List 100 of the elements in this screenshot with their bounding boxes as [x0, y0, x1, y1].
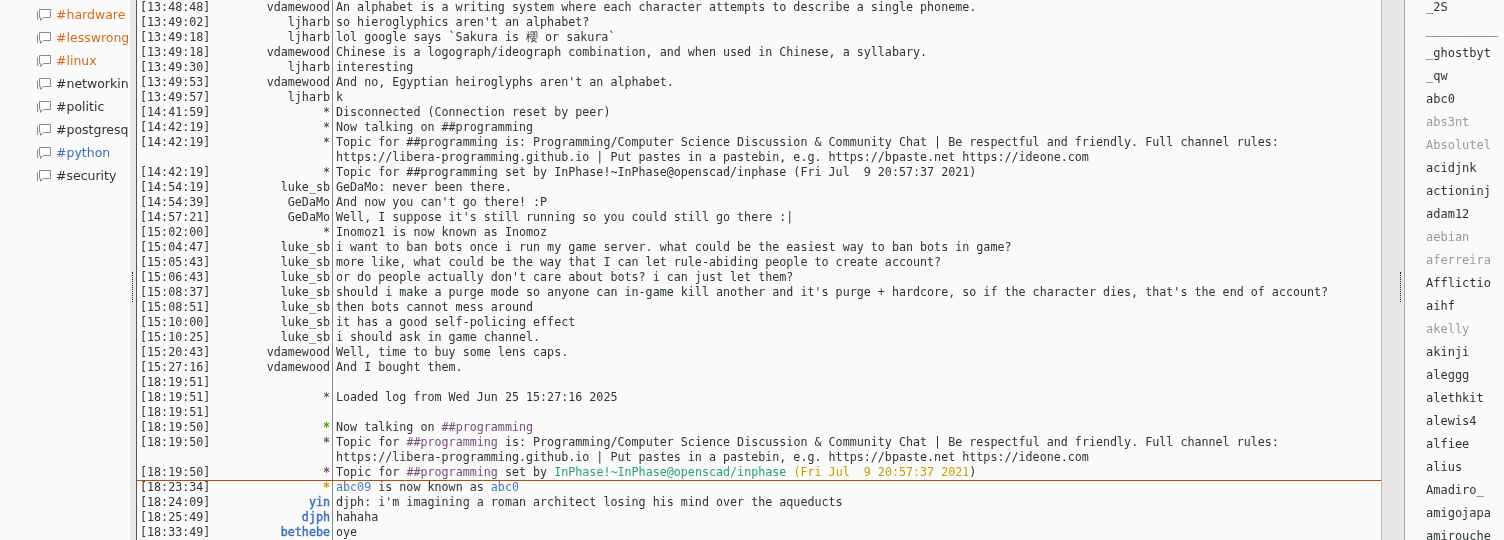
user-item[interactable]: _qw	[1426, 69, 1504, 92]
message-text: Well, I suppose it's still running so you could still go there :|	[335, 210, 795, 225]
timestamp: [14:42:19]	[139, 165, 212, 180]
nickname: *	[322, 390, 330, 404]
nickname: ljharb	[287, 90, 330, 104]
message-text: then bots cannot mess around	[335, 300, 535, 315]
message-text: And I bought them.	[335, 360, 464, 375]
timestamp: [15:10:00]	[139, 315, 212, 330]
message-text: more like, what could be the way that I can let rule-abiding people to create account?	[335, 255, 943, 270]
message-text: Topic for ##programming is: Programming/Computer Science Discussion & Community Chat | Be respectful and friendly. Full channel rules: https://libera-programming.github.io | Put pastes in a pastebin, e.g. https://bpaste.net https://ideone.com	[335, 135, 1280, 165]
timestamp: [13:49:30]	[139, 60, 212, 75]
user-item[interactable]: _2S	[1426, 0, 1504, 23]
timestamp: [18:19:50]	[139, 465, 212, 480]
chat-bubble-icon	[36, 30, 52, 45]
message-text: i want to ban bots once i run my game server. what could be the easiest way to ban bots in game?	[335, 240, 1013, 255]
chat-bubble-icon	[36, 99, 52, 114]
message-text: Now talking on ##programming	[335, 120, 535, 135]
nickname: luke_sb	[280, 255, 330, 269]
user-item[interactable]: alius	[1426, 460, 1504, 483]
user-item[interactable]: actioninj	[1426, 184, 1504, 207]
message-text: should i make a purge mode so anyone can in-game kill another and it's purge + hardcore, so if the character dies, that's the end of account?	[335, 285, 1330, 300]
nickname: vdamewood	[266, 360, 330, 374]
timestamp: [14:54:39]	[139, 195, 212, 210]
user-item[interactable]: _ghostbyt	[1426, 46, 1504, 69]
nickname: luke_sb	[280, 330, 330, 344]
timestamp: [14:42:19]	[139, 120, 212, 135]
nickname: GeDaMo	[287, 195, 330, 209]
nickname: vdamewood	[266, 345, 330, 359]
timestamp: [15:27:16]	[139, 360, 212, 375]
user-item[interactable]: __________	[1426, 23, 1504, 46]
message-text: Now talking on ##programming	[335, 420, 535, 435]
message-text: hahaha	[335, 510, 380, 525]
timestamp: [13:49:53]	[139, 75, 212, 90]
timestamp: [14:42:19]	[139, 135, 212, 151]
nickname: *	[322, 435, 330, 449]
channel-item[interactable]: #python	[0, 141, 130, 164]
timestamp: [18:19:51]	[139, 405, 212, 420]
user-item[interactable]: abc0	[1426, 92, 1504, 115]
timestamp: [14:57:21]	[139, 210, 212, 225]
timestamp: [13:49:57]	[139, 90, 212, 105]
user-item[interactable]: adam12	[1426, 207, 1504, 230]
chat-bubble-icon	[36, 76, 52, 91]
message-text: abc09 is now known as abc0	[335, 480, 520, 495]
timestamp: [15:10:25]	[139, 330, 212, 345]
timestamp: [15:08:51]	[139, 300, 212, 315]
channel-item[interactable]: #politic	[0, 95, 130, 118]
nickname: ljharb	[287, 60, 330, 74]
timestamp: [18:19:51]	[139, 390, 212, 405]
nickname: yin	[308, 495, 330, 509]
timestamp: [15:08:37]	[139, 285, 212, 300]
user-item[interactable]: amirouche	[1426, 529, 1504, 540]
user-item[interactable]: amigojapa	[1426, 506, 1504, 529]
user-item[interactable]: Amadiro_	[1426, 483, 1504, 506]
nickname: luke_sb	[280, 270, 330, 284]
user-item[interactable]: alewis4	[1426, 414, 1504, 437]
chat-bubble-icon	[36, 53, 52, 68]
channel-item[interactable]: #security	[0, 164, 130, 187]
nickname: *	[322, 135, 330, 149]
timestamp: [18:19:50]	[139, 435, 212, 451]
message-text: Inomoz1 is now known as Inomoz	[335, 225, 549, 240]
user-item[interactable]: alfiee	[1426, 437, 1504, 460]
nickname: vdamewood	[266, 75, 330, 89]
message-text: oye	[335, 525, 359, 540]
user-item[interactable]: alethkit	[1426, 391, 1504, 414]
user-item[interactable]: aihf	[1426, 299, 1504, 322]
message-text: Well, time to buy some lens caps.	[335, 345, 570, 360]
message-text: Chinese is a logograph/ideograph combination, and when used in Chinese, a syllabary.	[335, 45, 929, 60]
nickname: *	[322, 420, 330, 434]
user-item[interactable]: acidjnk	[1426, 161, 1504, 184]
message-text: interesting	[335, 60, 415, 75]
message-text: it has a good self-policing effect	[335, 315, 577, 330]
nickname: ljharb	[287, 30, 330, 44]
timestamp: [18:23:34]	[139, 480, 212, 495]
timestamp: [13:48:48]	[139, 0, 212, 15]
timestamp: [18:25:49]	[139, 510, 212, 525]
chat-bubble-icon	[36, 7, 52, 22]
nickname: *	[322, 465, 330, 479]
nickname: *	[322, 165, 330, 179]
channel-item[interactable]: #networkin	[0, 72, 130, 95]
message-text: Loaded log from Wed Jun 25 15:27:16 2025	[335, 390, 619, 405]
timestamp: [13:49:02]	[139, 15, 212, 30]
chat-bubble-icon	[36, 168, 52, 183]
timestamp: [15:04:47]	[139, 240, 212, 255]
message-text: Topic for ##programming set by InPhase!~InPhase@openscad/inphase (Fri Jul 9 20:57:37 2021)	[335, 165, 978, 180]
nickname: *	[322, 120, 330, 134]
nickname: djph	[301, 510, 330, 524]
message-text: An alphabet is a writing system where each character attempts to describe a single phoneme.	[335, 0, 978, 15]
timestamp: [13:49:18]	[139, 30, 212, 45]
timestamp: [18:33:49]	[139, 525, 212, 540]
message-text: k	[335, 90, 345, 105]
user-item[interactable]: akinji	[1426, 345, 1504, 368]
channel-item[interactable]: #postgresq	[0, 118, 130, 141]
user-item[interactable]: Afflictio	[1426, 276, 1504, 299]
message-text: And no, Egyptian heiroglyphs aren't an alphabet.	[335, 75, 675, 90]
timestamp: [13:49:18]	[139, 45, 212, 60]
timestamp: [15:20:43]	[139, 345, 212, 360]
nickname: *	[322, 105, 330, 119]
message-text: GeDaMo: never been there.	[335, 180, 513, 195]
user-item[interactable]: aleggg	[1426, 368, 1504, 391]
timestamp: [18:19:51]	[139, 375, 212, 390]
